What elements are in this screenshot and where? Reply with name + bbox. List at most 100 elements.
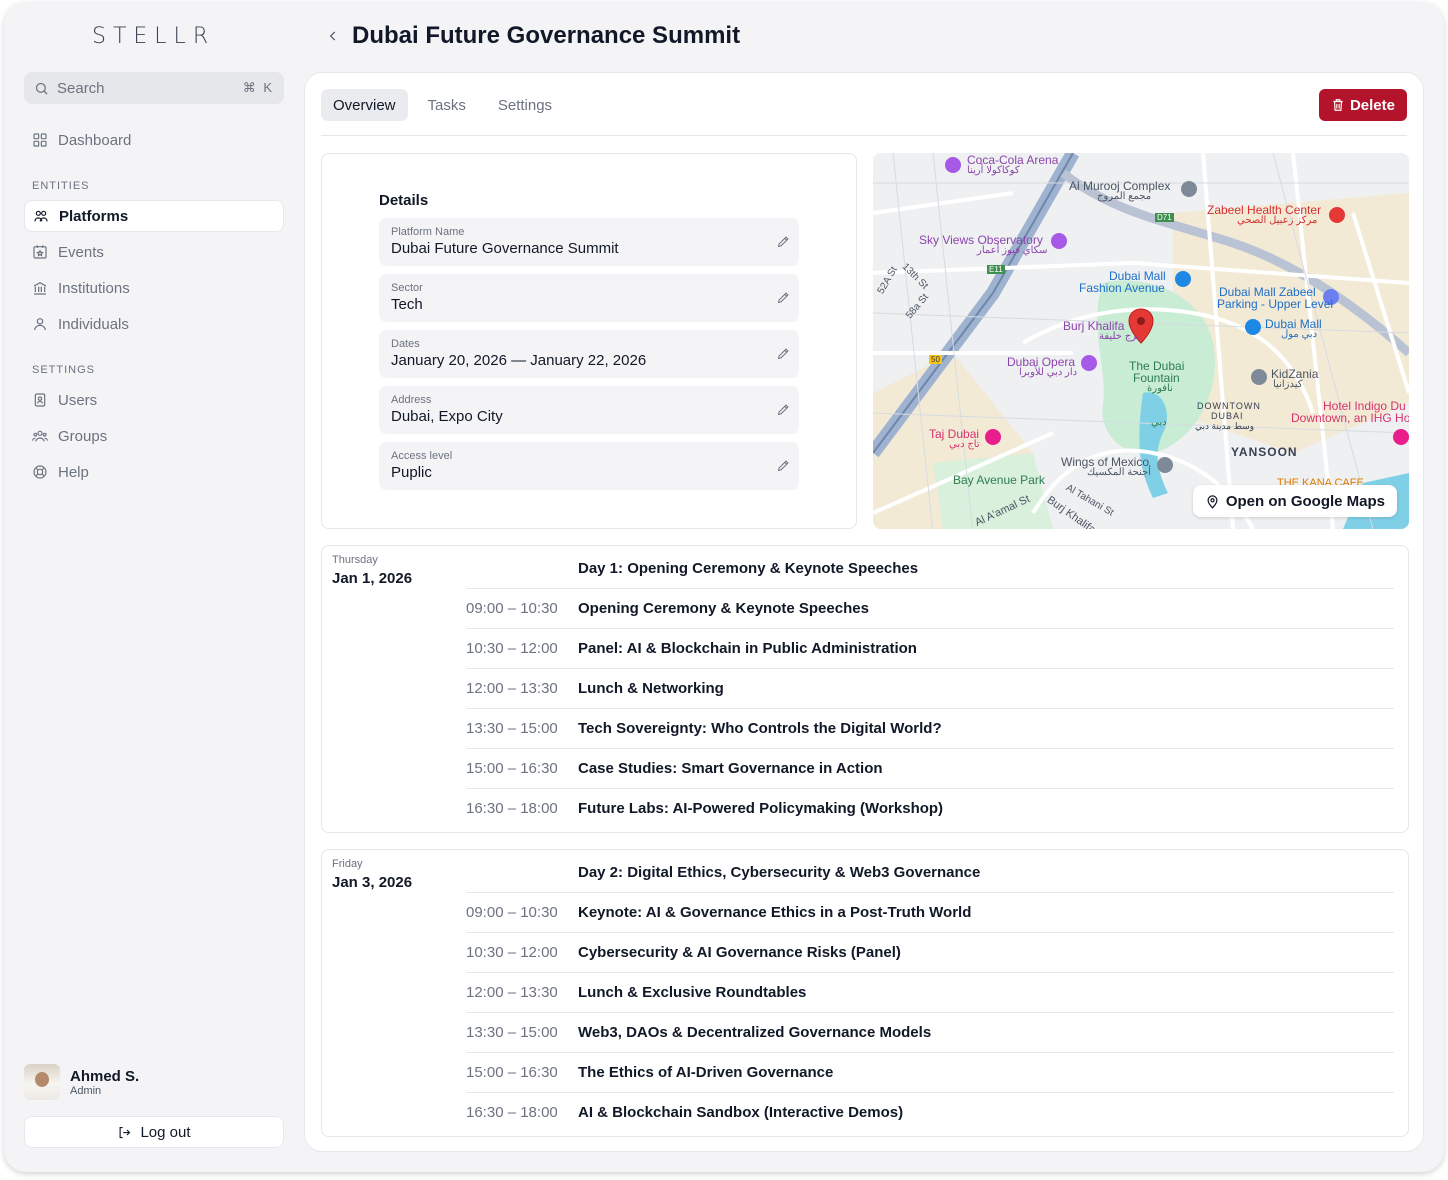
session-time: 16:30 – 18:00 (466, 800, 558, 817)
map-label: وسط مدينة دبي (1195, 421, 1255, 431)
day-weekday: Thursday (332, 554, 378, 566)
logout-icon (120, 1126, 131, 1138)
page-header: Dubai Future Governance Summit (326, 20, 740, 52)
open-google-maps-button[interactable]: Open on Google Maps (1192, 485, 1397, 517)
map-label: مركز زعبيل الصحي (1237, 215, 1318, 226)
field-label: Platform Name (391, 226, 465, 238)
session-time: 13:30 – 15:00 (466, 1024, 558, 1041)
session-row[interactable]: 09:00 – 10:30 Opening Ceremony & Keynote… (466, 588, 1394, 628)
map-label: E11 (987, 265, 1005, 274)
user-icon (34, 318, 46, 331)
field-access-level[interactable]: Access level Puplic (379, 442, 799, 490)
map-label: برج خليفة (1099, 331, 1140, 342)
sidebar-item-users[interactable]: Users (24, 384, 284, 416)
section-label-settings: SETTINGS (32, 364, 96, 376)
session-name: Tech Sovereignty: Who Controls the Digit… (578, 720, 942, 737)
users-group-icon (34, 210, 48, 222)
sidebar-item-groups[interactable]: Groups (24, 420, 284, 452)
tab-settings[interactable]: Settings (486, 89, 564, 121)
map-label: مجمع المروج (1097, 191, 1152, 202)
session-row[interactable]: 09:00 – 10:30 Keynote: AI & Governance E… (466, 892, 1394, 932)
session-row[interactable]: 12:00 – 13:30 Lunch & Exclusive Roundtab… (466, 972, 1394, 1012)
details-title: Details (379, 192, 429, 209)
map-label: سكاي فيوز أعمار (977, 245, 1048, 256)
page-title: Dubai Future Governance Summit (352, 22, 741, 49)
field-label: Access level (391, 450, 453, 462)
groups-icon (32, 430, 48, 442)
session-row[interactable]: 13:30 – 15:00 Tech Sovereignty: Who Cont… (466, 708, 1394, 748)
pencil-icon[interactable] (776, 290, 791, 305)
session-row[interactable]: 13:30 – 15:00 Web3, DAOs & Decentralized… (466, 1012, 1394, 1052)
sidebar-item-institutions[interactable]: Institutions (24, 272, 284, 304)
session-time: 16:30 – 18:00 (466, 1104, 558, 1121)
field-value: Puplic (391, 464, 432, 481)
map-label: Parking - Upper Level (1217, 297, 1334, 311)
session-time: 09:00 – 10:30 (466, 904, 558, 921)
day-title-row: Day 1: Opening Ceremony & Keynote Speech… (466, 548, 1394, 588)
pencil-icon[interactable] (776, 234, 791, 249)
session-time: 13:30 – 15:00 (466, 720, 558, 737)
tab-overview[interactable]: Overview (321, 89, 408, 121)
session-name: The Ethics of AI-Driven Governance (578, 1064, 834, 1081)
tab-tasks[interactable]: Tasks (416, 89, 478, 121)
sidebar-item-individuals[interactable]: Individuals (24, 308, 284, 340)
session-row[interactable]: 16:30 – 18:00 AI & Blockchain Sandbox (I… (466, 1092, 1394, 1132)
delete-button[interactable]: Delete (1318, 89, 1407, 121)
id-badge-icon (34, 393, 46, 407)
day-title: Day 2: Digital Ethics, Cybersecurity & W… (578, 863, 981, 881)
session-time: 12:00 – 13:30 (466, 680, 558, 697)
field-dates[interactable]: Dates January 20, 2026 — January 22, 202… (379, 330, 799, 378)
map-label: نافورة (1147, 383, 1173, 394)
back-button[interactable] (326, 20, 346, 52)
field-value: January 20, 2026 — January 22, 2026 (391, 352, 647, 369)
calendar-star-icon (33, 245, 47, 259)
delete-label: Delete (1349, 96, 1395, 114)
map-view[interactable]: Coca-Cola Arena كوكاكولا أرينا Al Murooj… (873, 153, 1409, 529)
session-name: Cybersecurity & AI Governance Risks (Pan… (578, 944, 901, 961)
field-sector[interactable]: Sector Tech (379, 274, 799, 322)
sidebar-item-label: Help (58, 463, 89, 481)
session-row[interactable]: 16:30 – 18:00 Future Labs: AI-Powered Po… (466, 788, 1394, 828)
sidebar-item-events[interactable]: Events (24, 236, 284, 268)
session-row[interactable]: 15:00 – 16:30 The Ethics of AI-Driven Go… (466, 1052, 1394, 1092)
sidebar-item-dashboard[interactable]: Dashboard (24, 124, 284, 156)
schedule-day-2: Friday Jan 3, 2026 Day 2: Digital Ethics… (321, 849, 1409, 1137)
pencil-icon[interactable] (776, 458, 791, 473)
map-label: DUBAI (1211, 411, 1244, 421)
session-name: Case Studies: Smart Governance in Action (578, 760, 883, 777)
field-label: Sector (391, 282, 423, 294)
field-platform-name[interactable]: Platform Name Dubai Future Governance Su… (379, 218, 799, 266)
field-address[interactable]: Address Dubai, Expo City (379, 386, 799, 434)
session-row[interactable]: 12:00 – 13:30 Lunch & Networking (466, 668, 1394, 708)
session-time: 15:00 – 16:30 (466, 1064, 558, 1081)
map-label: Bay Avenue Park (953, 473, 1045, 487)
app-window: STELLR Search ⌘ K Dashboard ENTITIES Pla… (4, 2, 1444, 1172)
sidebar-item-label: Dashboard (58, 131, 132, 149)
user-name: Ahmed S. (70, 1067, 140, 1085)
sidebar-item-label: Platforms (59, 207, 129, 225)
user-profile[interactable]: Ahmed S. Admin (24, 1064, 139, 1100)
session-row[interactable]: 15:00 – 16:30 Case Studies: Smart Govern… (466, 748, 1394, 788)
logout-button[interactable]: Log out (24, 1116, 284, 1148)
day-date: Jan 3, 2026 (332, 874, 413, 891)
map-label: Fashion Avenue (1079, 281, 1165, 295)
sidebar: STELLR Search ⌘ K Dashboard ENTITIES Pla… (4, 2, 304, 1172)
sidebar-item-platforms[interactable]: Platforms (24, 200, 284, 232)
main-panel: Overview Tasks Settings Delete Details P… (304, 72, 1424, 1152)
field-value: Tech (391, 296, 423, 313)
field-label: Address (391, 394, 432, 406)
session-row[interactable]: 10:30 – 12:00 Cybersecurity & AI Governa… (466, 932, 1394, 972)
search-input[interactable]: Search ⌘ K (24, 72, 284, 104)
session-name: Future Labs: AI-Powered Policymaking (Wo… (578, 800, 944, 817)
sidebar-item-help[interactable]: Help (24, 456, 284, 488)
sidebar-item-label: Groups (58, 427, 108, 445)
session-time: 12:00 – 13:30 (466, 984, 558, 1001)
map-label: DOWNTOWN (1197, 401, 1261, 411)
session-row[interactable]: 10:30 – 12:00 Panel: AI & Blockchain in … (466, 628, 1394, 668)
pencil-icon[interactable] (776, 402, 791, 417)
pencil-icon[interactable] (776, 346, 791, 361)
session-time: 10:30 – 12:00 (466, 944, 558, 961)
search-icon (35, 82, 48, 95)
schedule-day-1: Thursday Jan 1, 2026 Day 1: Opening Cere… (321, 545, 1409, 833)
day-title: Day 1: Opening Ceremony & Keynote Speech… (578, 559, 919, 577)
